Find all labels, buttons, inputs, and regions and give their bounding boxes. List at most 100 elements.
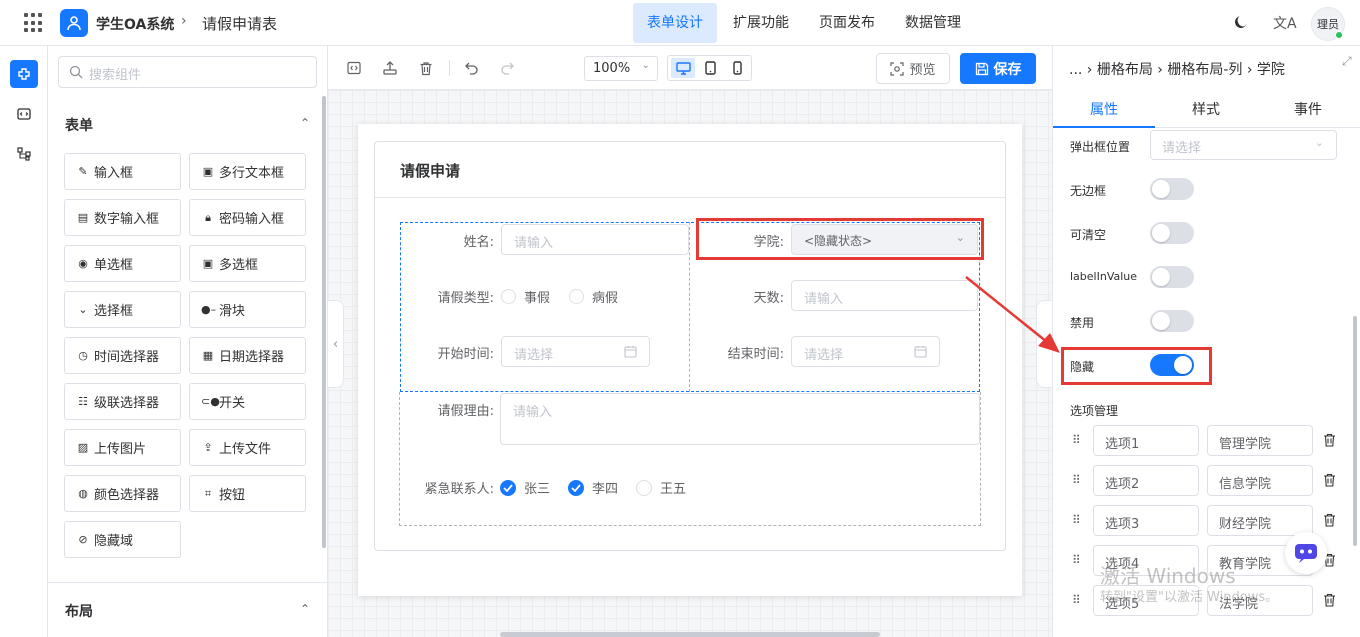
- collapse-left-panel-button[interactable]: ‹: [328, 300, 344, 388]
- popup-position-select[interactable]: 请选择 ⌄: [1150, 130, 1337, 160]
- app-grid-icon[interactable]: [24, 13, 44, 33]
- search-placeholder: 搜索组件: [89, 68, 142, 83]
- comp-hidden-field[interactable]: ⊘ 隐藏域: [64, 521, 181, 558]
- component-search-input[interactable]: 搜索组件: [58, 56, 317, 88]
- comp-switch[interactable]: ⊂● 开关: [189, 383, 306, 420]
- undo-icon[interactable]: [461, 58, 481, 78]
- comp-time-picker[interactable]: ◷ 时间选择器: [64, 337, 181, 374]
- comp-checkbox[interactable]: ▣ 多选框: [189, 245, 306, 282]
- delete-option-icon[interactable]: [1323, 433, 1336, 447]
- comp-select[interactable]: ⌄ 选择框: [64, 291, 181, 328]
- zoom-select[interactable]: 100% ⌄: [584, 56, 658, 81]
- switch-icon: ⊂●: [201, 395, 220, 408]
- tablet-icon[interactable]: [698, 58, 722, 78]
- contact-checkbox-zhangsan[interactable]: 张三: [500, 478, 550, 497]
- name-input[interactable]: 请输入: [501, 224, 689, 255]
- slider-icon: ●–: [201, 303, 217, 316]
- expand-icon[interactable]: ⤢: [1342, 54, 1352, 69]
- tab-style[interactable]: 样式: [1192, 99, 1220, 119]
- leave-type-radio-personal[interactable]: 事假: [501, 287, 550, 306]
- language-icon[interactable]: 文A: [1273, 13, 1297, 33]
- desktop-icon[interactable]: [671, 58, 695, 78]
- comp-upload-file[interactable]: ⇪ 上传文件: [189, 429, 306, 466]
- tab-extensions[interactable]: 扩展功能: [719, 3, 803, 43]
- comp-slider[interactable]: ●– 滑块: [189, 291, 306, 328]
- comp-date-picker[interactable]: ▦ 日期选择器: [189, 337, 306, 374]
- option-value-input[interactable]: 管理学院: [1207, 425, 1313, 456]
- start-time-picker[interactable]: 请选择: [501, 336, 650, 367]
- comp-password-input[interactable]: 🔒︎ 密码输入框: [189, 199, 306, 236]
- disabled-switch[interactable]: [1150, 310, 1194, 332]
- tab-page-publish[interactable]: 页面发布: [805, 3, 889, 43]
- comp-cascader[interactable]: ☷ 级联选择器: [64, 383, 181, 420]
- tab-attributes[interactable]: 属性: [1090, 99, 1118, 119]
- comp-radio[interactable]: ◉ 单选框: [64, 245, 181, 282]
- lock-icon: 🔒︎: [205, 210, 211, 224]
- tree-structure-icon[interactable]: [10, 140, 38, 168]
- end-time-picker[interactable]: 请选择: [791, 336, 940, 367]
- app-title: 学生OA系统: [96, 17, 175, 33]
- drag-handle-icon[interactable]: ⠿: [1072, 433, 1081, 447]
- delete-option-icon[interactable]: [1323, 593, 1336, 607]
- option-row: ⠿ 选项1 管理学院: [1068, 425, 1338, 456]
- option-value-input[interactable]: 财经学院: [1207, 505, 1313, 536]
- delete-icon[interactable]: [416, 58, 436, 78]
- preview-button[interactable]: 预览: [876, 53, 950, 84]
- activation-watermark-title: 激活 Windows: [1100, 564, 1236, 588]
- components-icon[interactable]: [10, 60, 38, 88]
- name-label: 姓名:: [463, 235, 494, 250]
- select-icon: ⌄: [78, 303, 88, 316]
- canvas-horizontal-scrollbar[interactable]: [500, 632, 880, 637]
- redo-icon[interactable]: [497, 58, 517, 78]
- comp-input[interactable]: ✎ 输入框: [64, 153, 181, 190]
- clearable-switch[interactable]: [1150, 222, 1194, 244]
- search-icon: [69, 65, 83, 79]
- comp-button[interactable]: ⌗ 按钮: [189, 475, 306, 512]
- contact-checkbox-wangwu[interactable]: 王五: [636, 478, 686, 497]
- avatar[interactable]: 理员: [1311, 7, 1345, 41]
- delete-option-icon[interactable]: [1323, 473, 1336, 487]
- top-nav-tabs: 表单设计 扩展功能 页面发布 数据管理: [633, 3, 977, 43]
- days-input[interactable]: 请输入: [791, 280, 978, 311]
- borderless-switch[interactable]: [1150, 178, 1194, 200]
- properties-scrollbar[interactable]: [1353, 316, 1357, 546]
- code-icon[interactable]: [10, 100, 38, 128]
- save-button[interactable]: 保存: [960, 53, 1036, 84]
- comp-number-input[interactable]: ▤ 数字输入框: [64, 199, 181, 236]
- components-scrollbar[interactable]: [322, 96, 326, 548]
- drag-handle-icon[interactable]: ⠿: [1072, 593, 1081, 607]
- dark-mode-icon[interactable]: [1233, 14, 1249, 34]
- reason-textarea[interactable]: 请输入: [500, 393, 980, 445]
- tab-events[interactable]: 事件: [1294, 99, 1322, 119]
- checkbox-icon: ▣: [202, 257, 214, 270]
- calendar-icon: ▦: [202, 349, 214, 362]
- import-icon[interactable]: [380, 58, 400, 78]
- option-value-input[interactable]: 信息学院: [1207, 465, 1313, 496]
- drag-handle-icon[interactable]: ⠿: [1072, 553, 1081, 567]
- clock-icon: ◷: [78, 349, 88, 362]
- drag-handle-icon[interactable]: ⠿: [1072, 513, 1081, 527]
- collapse-right-panel-button[interactable]: [1036, 300, 1052, 388]
- drag-handle-icon[interactable]: ⠿: [1072, 473, 1081, 487]
- comp-upload-image[interactable]: ▨ 上传图片: [64, 429, 181, 466]
- comp-color-picker[interactable]: ◍ 颜色选择器: [64, 475, 181, 512]
- option-row: ⠿ 选项3 财经学院: [1068, 505, 1338, 536]
- code-view-icon[interactable]: [344, 58, 364, 78]
- label-in-value-switch[interactable]: [1150, 266, 1194, 288]
- collapse-form-icon[interactable]: ⌃: [300, 116, 310, 130]
- option-key-input[interactable]: 选项1: [1093, 425, 1199, 456]
- leave-type-radio-sick[interactable]: 病假: [569, 287, 618, 306]
- eye-off-icon: ⊘: [78, 533, 88, 546]
- preview-icon: [890, 61, 905, 76]
- zoom-value: 100%: [593, 61, 631, 76]
- option-key-input[interactable]: 选项3: [1093, 505, 1199, 536]
- contact-checkbox-lisi[interactable]: 李四: [568, 478, 618, 497]
- option-key-input[interactable]: 选项2: [1093, 465, 1199, 496]
- mobile-icon[interactable]: [725, 58, 749, 78]
- collapse-layout-icon[interactable]: ⌃: [300, 602, 310, 616]
- tab-data-management[interactable]: 数据管理: [891, 3, 975, 43]
- assistant-chat-button[interactable]: [1285, 532, 1327, 574]
- delete-option-icon[interactable]: [1323, 513, 1336, 527]
- tab-form-design[interactable]: 表单设计: [633, 3, 717, 43]
- comp-textarea[interactable]: ▣ 多行文本框: [189, 153, 306, 190]
